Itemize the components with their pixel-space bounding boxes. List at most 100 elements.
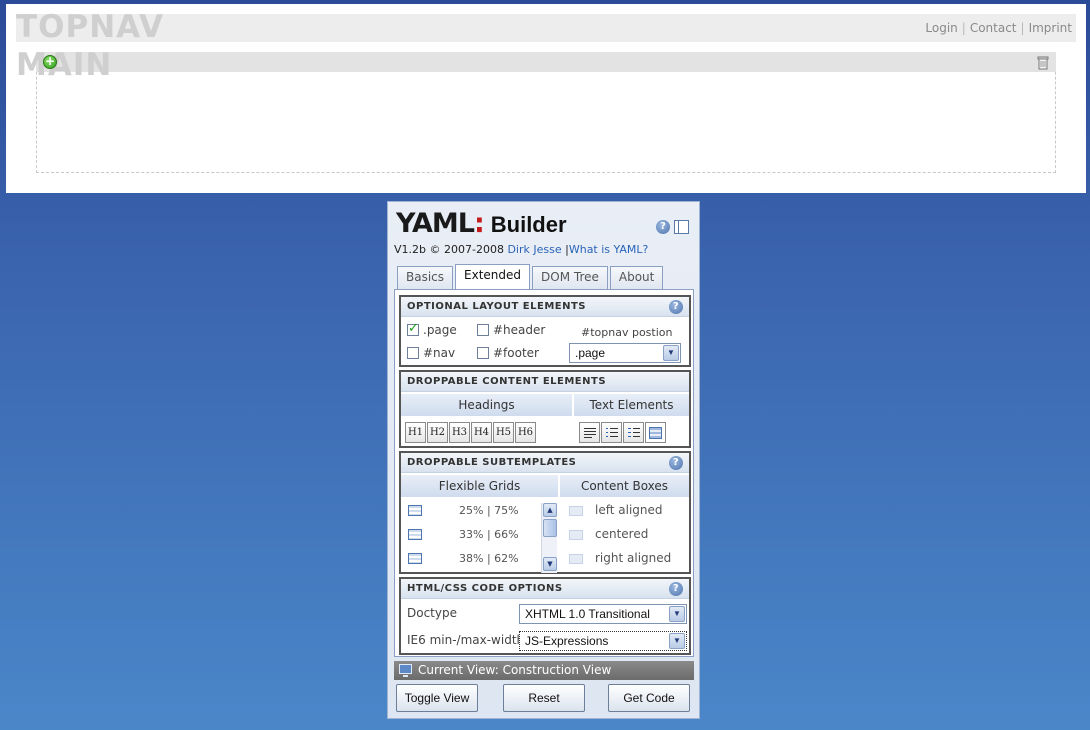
grid-icon xyxy=(408,529,422,540)
option-page[interactable]: .page xyxy=(407,321,457,337)
content-box-item[interactable]: left aligned xyxy=(561,499,691,523)
main-watermark: MAIN xyxy=(16,47,113,83)
header-checkbox[interactable] xyxy=(477,323,489,336)
ordered-list-icon[interactable] xyxy=(623,422,644,443)
logo-builder-text: Builder xyxy=(490,212,567,237)
current-view-text: Current View: Construction View xyxy=(418,663,612,677)
section-title-text: DROPPABLE CONTENT ELEMENTS xyxy=(407,376,607,387)
content-box-item[interactable]: right aligned xyxy=(561,547,691,571)
header-icons: ? xyxy=(656,220,689,234)
get-code-button[interactable]: Get Code xyxy=(608,684,690,712)
yaml-builder-panel: YAML : Builder V1.2b © 2007-2008 Dirk Je… xyxy=(387,201,700,719)
topnav-position-label: #topnav postion xyxy=(581,326,673,339)
trash-icon[interactable] xyxy=(1035,54,1051,70)
section-title-text: HTML/CSS CODE OPTIONS xyxy=(407,583,563,594)
heading-buttons: H1 H2 H3 H4 H5 H6 xyxy=(405,422,537,443)
imprint-link[interactable]: Imprint xyxy=(1029,21,1072,35)
logo-yaml-text: YAML xyxy=(396,208,475,239)
doctype-select[interactable]: XHTML 1.0 Transitional ▼ xyxy=(519,604,687,624)
scroll-down-icon[interactable]: ▼ xyxy=(543,557,557,571)
layout-preview: TOPNAV Login | Contact | Imprint MAIN + xyxy=(6,4,1086,193)
chevron-down-icon[interactable]: ▼ xyxy=(663,345,679,361)
select-value: JS-Expressions xyxy=(525,634,609,648)
section-title: DROPPABLE SUBTEMPLATES ? xyxy=(401,453,689,473)
box-label: centered xyxy=(595,527,649,541)
tab-dom-tree[interactable]: DOM Tree xyxy=(532,266,608,289)
text-element-buttons xyxy=(579,422,667,443)
text-elements-column-header: Text Elements xyxy=(574,394,689,416)
option-label: #nav xyxy=(423,345,456,360)
flexible-grids-column-header: Flexible Grids xyxy=(401,475,559,497)
select-value: .page xyxy=(575,346,606,360)
toggle-view-button[interactable]: Toggle View xyxy=(396,684,478,712)
section-title: HTML/CSS CODE OPTIONS ? xyxy=(401,579,689,599)
h1-button[interactable]: H1 xyxy=(405,422,426,443)
paragraph-icon[interactable] xyxy=(579,422,600,443)
table-icon[interactable] xyxy=(645,422,666,443)
scroll-thumb[interactable] xyxy=(543,519,557,537)
login-link[interactable]: Login xyxy=(925,21,957,35)
h5-button[interactable]: H5 xyxy=(493,422,514,443)
scroll-up-icon[interactable]: ▲ xyxy=(543,503,557,517)
option-label: #footer xyxy=(493,345,539,360)
version-text: V1.2b © 2007-2008 xyxy=(394,243,504,256)
section-title: OPTIONAL LAYOUT ELEMENTS ? xyxy=(401,297,689,317)
droppable-subtemplates-section: DROPPABLE SUBTEMPLATES ? Flexible Grids … xyxy=(399,451,691,574)
extended-tab-content: OPTIONAL LAYOUT ELEMENTS ? .page #header… xyxy=(394,289,694,657)
content-box-item[interactable]: centered xyxy=(561,523,691,547)
topnav-position-select[interactable]: .page ▼ xyxy=(569,343,681,363)
option-label: .page xyxy=(423,322,457,337)
chevron-down-icon[interactable]: ▼ xyxy=(669,606,685,622)
help-icon[interactable]: ? xyxy=(669,300,683,314)
help-icon[interactable]: ? xyxy=(656,220,670,234)
unordered-list-icon[interactable] xyxy=(601,422,622,443)
reset-button[interactable]: Reset xyxy=(503,684,585,712)
footer-checkbox[interactable] xyxy=(477,346,489,359)
option-header[interactable]: #header xyxy=(477,322,545,337)
help-icon[interactable]: ? xyxy=(669,456,683,470)
droppable-content-section: DROPPABLE CONTENT ELEMENTS Headings Text… xyxy=(399,370,691,448)
ie6-width-select[interactable]: JS-Expressions ▼ xyxy=(519,631,687,651)
current-view-bar: Current View: Construction View xyxy=(394,661,694,680)
page-checkbox[interactable] xyxy=(407,321,419,336)
main-header-bar xyxy=(36,52,1056,72)
tab-basics[interactable]: Basics xyxy=(397,266,454,289)
link-separator: | xyxy=(961,21,966,35)
doctype-label: Doctype xyxy=(407,606,457,620)
contact-link[interactable]: Contact xyxy=(970,21,1017,35)
tab-bar: Basics Extended DOM Tree About xyxy=(397,264,664,289)
h3-button[interactable]: H3 xyxy=(449,422,470,443)
content-boxes-column-header: Content Boxes xyxy=(560,475,689,497)
add-icon[interactable]: + xyxy=(43,55,57,69)
help-icon[interactable]: ? xyxy=(669,582,683,596)
topnav-links: Login | Contact | Imprint xyxy=(925,21,1072,35)
h6-button[interactable]: H6 xyxy=(515,422,536,443)
h4-button[interactable]: H4 xyxy=(471,422,492,443)
grid-item[interactable]: 33% | 66% xyxy=(401,523,557,547)
grids-scrollbar[interactable]: ▲ ▼ xyxy=(541,503,557,573)
grid-item[interactable]: 25% | 75% xyxy=(401,499,557,523)
author-link[interactable]: Dirk Jesse xyxy=(507,243,561,256)
what-is-yaml-link[interactable]: What is YAML? xyxy=(569,243,649,256)
chevron-down-icon[interactable]: ▼ xyxy=(669,633,685,649)
box-right-icon xyxy=(569,554,583,564)
nav-checkbox[interactable] xyxy=(407,346,419,359)
option-footer[interactable]: #footer xyxy=(477,345,539,360)
panel-layout-icon[interactable] xyxy=(674,220,689,234)
optional-layout-section: OPTIONAL LAYOUT ELEMENTS ? .page #header… xyxy=(399,295,691,367)
tab-extended[interactable]: Extended xyxy=(455,264,531,289)
monitor-icon xyxy=(399,664,412,677)
headings-column-header: Headings xyxy=(401,394,573,416)
section-title-text: DROPPABLE SUBTEMPLATES xyxy=(407,457,577,468)
grid-icon xyxy=(408,505,422,516)
grid-item[interactable]: 38% | 62% xyxy=(401,547,557,571)
option-nav[interactable]: #nav xyxy=(407,345,455,360)
h2-button[interactable]: H2 xyxy=(427,422,448,443)
grid-icon xyxy=(408,553,422,564)
link-separator: | xyxy=(1020,21,1025,35)
tab-about[interactable]: About xyxy=(609,266,664,289)
box-center-icon xyxy=(569,530,583,540)
section-title: DROPPABLE CONTENT ELEMENTS xyxy=(401,372,689,392)
ie6-width-label: IE6 min-/max-width xyxy=(407,633,525,647)
topnav-region xyxy=(16,14,1076,42)
